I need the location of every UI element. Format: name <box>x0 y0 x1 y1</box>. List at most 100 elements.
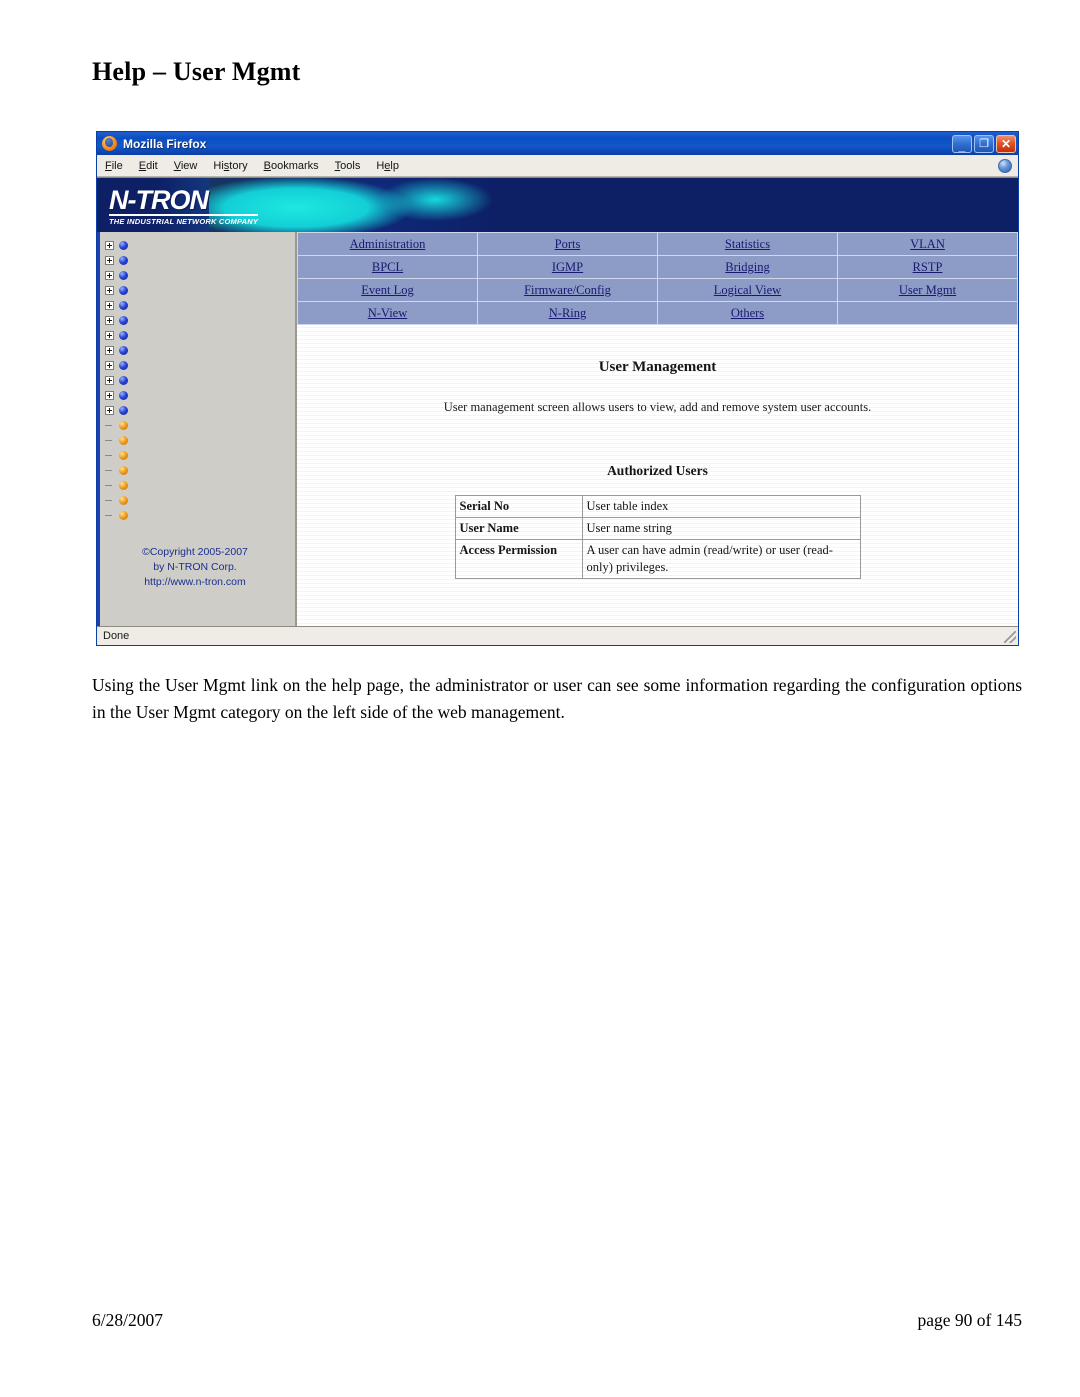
sidebar-item-logicalview[interactable] <box>101 448 295 463</box>
nav-grid-cell: Administration <box>297 232 478 256</box>
definition-value: A user can have admin (read/write) or us… <box>581 539 861 579</box>
nav-link-others[interactable]: Others <box>731 306 764 320</box>
resize-grip[interactable] <box>1004 631 1016 643</box>
nav-link-bridging[interactable]: Bridging <box>725 260 769 274</box>
definition-value: User name string <box>581 517 861 540</box>
expand-plus-icon[interactable] <box>105 331 114 340</box>
nav-link-statistics[interactable]: Statistics <box>725 237 770 251</box>
expand-plus-icon[interactable] <box>105 316 114 325</box>
copyright-url[interactable]: http://www.n-tron.com <box>101 575 289 590</box>
nav-grid-row: BPCL IGMP Bridging RSTP <box>297 255 1018 279</box>
nav-link-logical-view[interactable]: Logical View <box>714 283 781 297</box>
definition-key: Serial No <box>454 495 583 518</box>
close-icon: ✕ <box>1000 136 1012 151</box>
content-pane: Administration Ports Statistics VLAN BPCL IGM… <box>297 232 1018 626</box>
section-heading: Authorized Users <box>607 463 708 478</box>
nav-link-n-view[interactable]: N-View <box>368 306 408 320</box>
expand-plus-icon[interactable] <box>105 256 114 265</box>
globe-icon <box>998 158 1012 173</box>
nav-link-ports[interactable]: Ports <box>555 237 581 251</box>
sidebar-copyright: ©Copyright 2005-2007 by N-TRON Corp. htt… <box>101 545 295 590</box>
body-paragraph: Using the User Mgmt link on the help pag… <box>92 675 1022 722</box>
menu-item-history[interactable]: History <box>213 160 247 172</box>
tree-connector-icon <box>105 481 114 490</box>
minimize-icon: _ <box>958 138 966 153</box>
nav-link-igmp[interactable]: IGMP <box>552 260 583 274</box>
node-bullet-icon <box>119 361 128 370</box>
sidebar-item-vlan[interactable] <box>101 283 295 298</box>
expand-plus-icon[interactable] <box>105 406 114 415</box>
nav-link-rstp[interactable]: RSTP <box>913 260 943 274</box>
node-bullet-icon <box>119 271 128 280</box>
table-row: User Name User name string <box>454 517 861 540</box>
expand-plus-icon[interactable] <box>105 361 114 370</box>
menu-item-help[interactable]: Help <box>376 160 399 172</box>
nav-grid-cell: Statistics <box>657 232 838 256</box>
page-title: Help – User Mgmt <box>92 57 301 86</box>
tree-connector-icon <box>105 511 114 520</box>
sidebar-item-n-view[interactable] <box>101 343 295 358</box>
expand-plus-icon[interactable] <box>105 391 114 400</box>
leaf-bullet-icon <box>119 466 128 475</box>
close-button[interactable]: ✕ <box>996 134 1016 153</box>
sidebar-item-support[interactable] <box>101 403 295 418</box>
status-text: Done <box>103 630 130 642</box>
leaf-bullet-icon <box>119 481 128 490</box>
expand-plus-icon[interactable] <box>105 241 114 250</box>
page-body: ©Copyright 2005-2007 by N-TRON Corp. htt… <box>97 232 1018 626</box>
nav-grid-cell: Bridging <box>657 255 838 279</box>
nav-grid-cell: N-View <box>297 301 478 325</box>
sidebar-item-firmware-config[interactable] <box>101 388 295 403</box>
sidebar-item-home[interactable] <box>101 463 295 478</box>
nav-grid-cell: BPCL <box>297 255 478 279</box>
expand-plus-icon[interactable] <box>105 301 114 310</box>
sidebar-item-config[interactable] <box>101 478 295 493</box>
expand-plus-icon[interactable] <box>105 271 114 280</box>
menu-item-edit[interactable]: Edit <box>139 160 158 172</box>
minimize-button[interactable]: _ <box>952 134 972 153</box>
table-row: Access Permission A user can have admin (… <box>454 539 861 579</box>
menu-item-view[interactable]: View <box>174 160 198 172</box>
sidebar-item-n-ring[interactable] <box>101 358 295 373</box>
sidebar-item-bridging[interactable] <box>101 298 295 313</box>
sidebar-item-logout[interactable] <box>101 508 295 523</box>
sidebar-item-help[interactable] <box>101 493 295 508</box>
expand-plus-icon[interactable] <box>105 346 114 355</box>
logo-tagline: THE INDUSTRIAL NETWORK COMPANY <box>109 214 259 226</box>
ntron-logo: N-TRON THE INDUSTRIAL NETWORK COMPANY <box>109 185 259 226</box>
expand-plus-icon[interactable] <box>105 286 114 295</box>
maximize-button[interactable]: ❐ <box>974 134 994 153</box>
nav-link-bpcl[interactable]: BPCL <box>372 260 403 274</box>
node-bullet-icon <box>119 316 128 325</box>
expand-plus-icon[interactable] <box>105 376 114 385</box>
sidebar-item-ports[interactable] <box>101 253 295 268</box>
sidebar-item-igmp[interactable] <box>101 328 295 343</box>
sidebar-item-eventlog[interactable] <box>101 373 295 388</box>
menu-item-tools[interactable]: Tools <box>335 160 361 172</box>
sidebar-expandable-group <box>101 238 295 418</box>
node-bullet-icon <box>119 241 128 250</box>
node-bullet-icon <box>119 376 128 385</box>
sidebar-item-administration[interactable] <box>101 238 295 253</box>
menu-item-file[interactable]: File <box>105 160 123 172</box>
copyright-line-2: by N-TRON Corp. <box>153 561 237 573</box>
definition-key: Access Permission <box>454 539 583 579</box>
browser-window: Mozilla Firefox _ ❐ ✕ File Edit View His… <box>96 131 1019 646</box>
sidebar-item-user-mgmt[interactable] <box>101 433 295 448</box>
nav-grid-cell: User Mgmt <box>837 278 1018 302</box>
leaf-bullet-icon <box>119 511 128 520</box>
sidebar-item-rstp[interactable] <box>101 313 295 328</box>
menu-bar: File Edit View History Bookmarks Tools H… <box>97 155 1018 177</box>
nav-link-event-log[interactable]: Event Log <box>361 283 413 297</box>
window-controls: _ ❐ ✕ <box>952 134 1016 153</box>
nav-grid-cell: VLAN <box>837 232 1018 256</box>
nav-link-firmware-config[interactable]: Firmware/Config <box>524 283 611 297</box>
sidebar-item-statistics[interactable] <box>101 268 295 283</box>
menu-item-bookmarks[interactable]: Bookmarks <box>264 160 319 172</box>
nav-link-n-ring[interactable]: N-Ring <box>549 306 587 320</box>
nav-link-vlan[interactable]: VLAN <box>910 237 945 251</box>
nav-link-administration[interactable]: Administration <box>350 237 426 251</box>
logo-wordmark: N-TRON <box>109 185 209 215</box>
sidebar-item-bpcl[interactable] <box>101 418 295 433</box>
nav-link-user-mgmt[interactable]: User Mgmt <box>899 283 956 297</box>
